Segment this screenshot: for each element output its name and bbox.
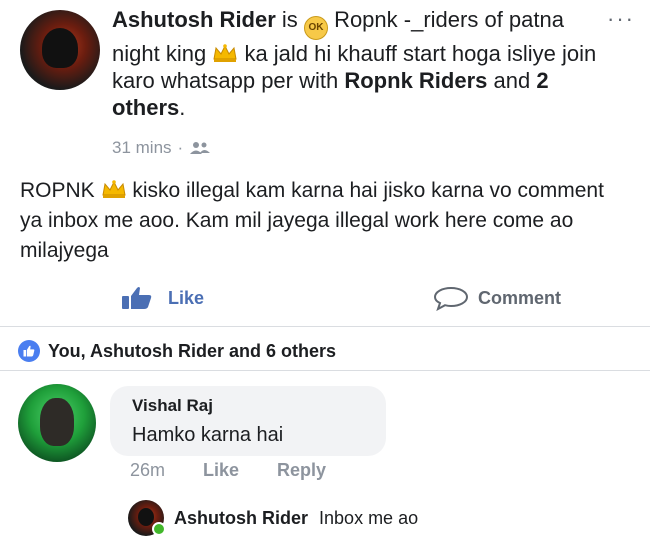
comment-like-button[interactable]: Like [203, 460, 239, 481]
author-name[interactable]: Ashutosh Rider [112, 7, 276, 32]
comment-button[interactable]: Comment [432, 276, 561, 320]
meta-dot: · [177, 138, 184, 157]
comment-time[interactable]: 26m [130, 460, 165, 481]
replier-name[interactable]: Ashutosh Rider [174, 508, 308, 528]
friends-icon [190, 142, 211, 154]
post-meta: 31 mins · [112, 138, 211, 158]
action-bar: Like Comment [0, 276, 650, 320]
reply-text: Inbox me ao [319, 507, 419, 528]
like-label: Like [168, 287, 205, 308]
reply-content: Ashutosh Rider Inbox me ao [174, 508, 418, 529]
post-time[interactable]: 31 mins [112, 138, 172, 158]
comment-text: Hamko karna hai [132, 424, 284, 446]
commenter-name[interactable]: Vishal Raj [132, 396, 213, 416]
header-period: . [179, 95, 186, 120]
like-button[interactable]: Like [120, 276, 204, 320]
is-word: is [281, 7, 298, 32]
reactions-text: You, Ashutosh Rider and 6 others [48, 340, 337, 361]
with-page-name[interactable]: Ropnk Riders [344, 68, 487, 93]
author-avatar[interactable] [20, 10, 100, 90]
post-header: Ashutosh Rider is OK Ropnk -_riders of p… [0, 0, 650, 160]
post-body-part1: ROPNK [20, 179, 95, 202]
crown-icon [101, 180, 126, 198]
like-reaction-icon [18, 340, 40, 362]
comment-meta: 26m Like Reply [130, 460, 326, 481]
comment-label: Comment [478, 287, 562, 308]
divider [0, 326, 650, 327]
replier-avatar[interactable] [128, 500, 166, 536]
online-status-icon [152, 522, 166, 536]
ok-emoji-icon: OK [303, 16, 328, 40]
comment-icon [433, 286, 469, 311]
crown-icon [213, 44, 237, 62]
comment-reply-button[interactable]: Reply [277, 460, 326, 481]
comment-item: Vishal Raj Hamko karna hai 26m Like Repl… [18, 382, 638, 492]
more-options-icon[interactable]: ··· [607, 8, 639, 30]
thumbs-up-icon [122, 287, 152, 309]
post-header-text: Ashutosh Rider is OK Ropnk -_riders of p… [112, 6, 602, 121]
reply-item: Ashutosh Rider Inbox me ao [128, 498, 628, 538]
divider [0, 370, 650, 371]
reactions-summary[interactable]: You, Ashutosh Rider and 6 others [18, 340, 336, 362]
commenter-avatar[interactable] [18, 384, 96, 462]
and-word: and [493, 68, 531, 93]
comment-bubble: Vishal Raj Hamko karna hai [110, 386, 386, 456]
post-body: ROPNK kisko illegal kam karna hai jisko … [20, 176, 630, 266]
